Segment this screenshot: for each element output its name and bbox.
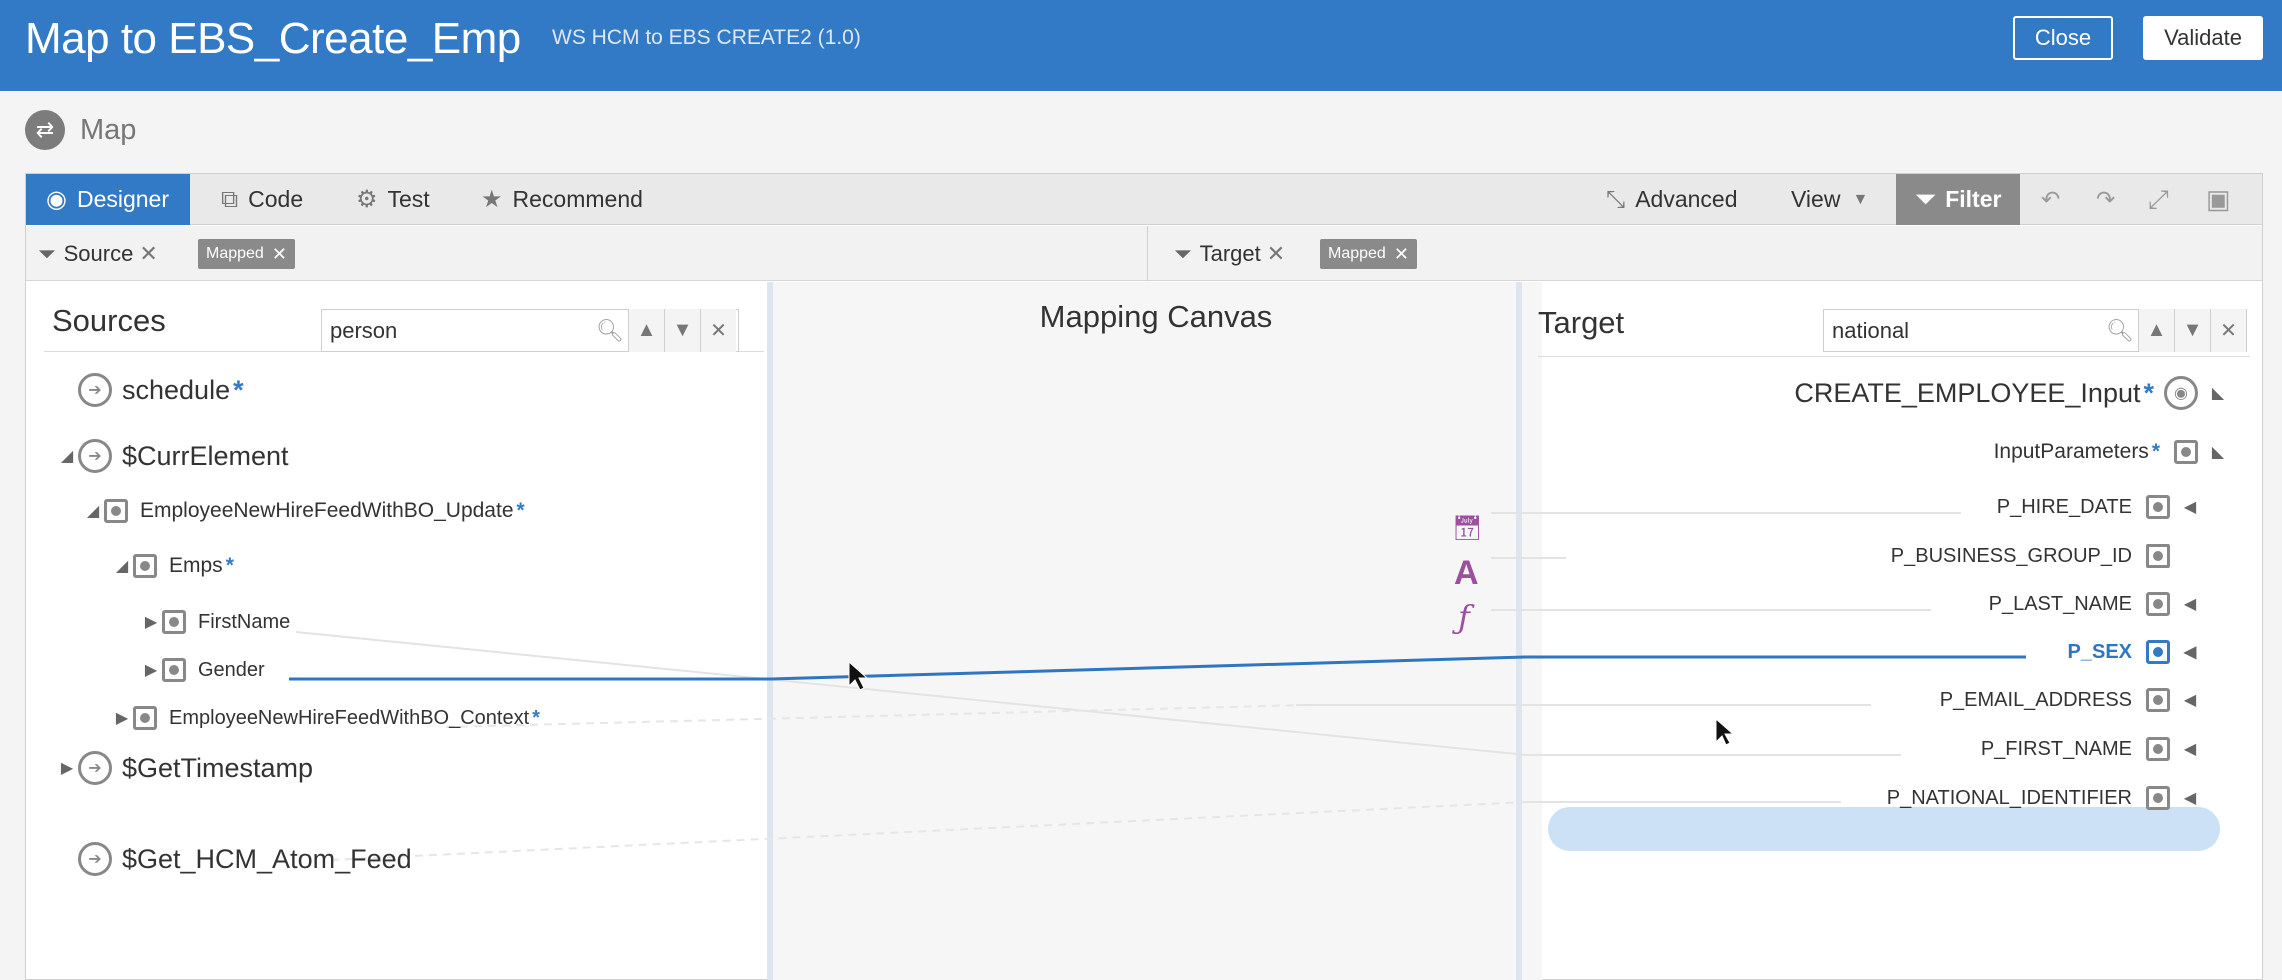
header-bar: Map to EBS_Create_Emp WS HCM to EBS CREA… xyxy=(0,0,2282,91)
source-node-hcm-atom-feed[interactable]: ➔ $Get_HCM_Atom_Feed xyxy=(56,842,412,876)
target-root-icon: ◉ xyxy=(2164,376,2198,410)
source-node-schedule[interactable]: ➔ schedule * xyxy=(56,373,244,407)
cursor-icon xyxy=(848,660,869,691)
target-node-label: P_BUSINESS_GROUP_ID xyxy=(1890,544,2132,567)
source-node-currelement[interactable]: ◢ ➔ $CurrElement xyxy=(56,439,289,473)
element-icon xyxy=(162,658,186,682)
mapping-line-context xyxy=(445,704,1307,728)
source-node-label: $GetTimestamp xyxy=(122,752,314,783)
required-star: * xyxy=(2143,377,2154,408)
expand-toggle-icon[interactable]: ▶ xyxy=(140,660,162,680)
element-icon xyxy=(2146,737,2170,761)
string-function-icon[interactable]: A xyxy=(1454,554,1479,593)
element-icon xyxy=(104,499,128,523)
element-icon: ➔ xyxy=(78,842,112,876)
date-function-icon[interactable]: 📅︎ xyxy=(1452,514,1482,543)
cursor-icon xyxy=(1715,717,1735,746)
source-node-label: $CurrElement xyxy=(122,440,289,471)
mapping-line-firstname xyxy=(295,631,1527,756)
element-icon: ➔ xyxy=(78,751,112,785)
source-node-label: schedule xyxy=(122,374,231,405)
element-icon xyxy=(2146,786,2170,810)
source-node-context[interactable]: ▶ EmployeeNewHireFeedWithBO_Context * xyxy=(111,706,540,730)
element-icon xyxy=(2174,440,2198,464)
target-node-label: P_FIRST_NAME xyxy=(1980,737,2132,760)
collapse-toggle-icon[interactable]: ◣ xyxy=(2198,383,2238,403)
target-node-p-hire-date[interactable]: P_HIRE_DATE ◀ xyxy=(1997,495,2210,519)
element-icon xyxy=(133,706,157,730)
collapse-toggle-icon[interactable]: ◢ xyxy=(56,446,78,466)
element-icon xyxy=(2146,688,2170,712)
close-button[interactable]: Close xyxy=(2013,16,2113,60)
element-icon: ➔ xyxy=(78,373,112,407)
target-node-label: CREATE_EMPLOYEE_Input xyxy=(1794,377,2141,408)
map-arrow-icon[interactable]: ◀ xyxy=(2170,690,2210,710)
element-icon: ➔ xyxy=(78,439,112,473)
source-node-label: EmployeeNewHireFeedWithBO_Update xyxy=(140,499,514,522)
element-icon xyxy=(2146,495,2170,519)
required-star: * xyxy=(225,554,234,577)
source-node-label: Emps xyxy=(169,554,223,577)
page-subtitle: WS HCM to EBS CREATE2 (1.0) xyxy=(552,26,861,49)
map-arrow-icon[interactable]: ◀ xyxy=(2170,594,2210,614)
map-arrow-icon[interactable]: ◀ xyxy=(2170,739,2210,759)
map-label: Map xyxy=(80,113,137,146)
source-node-emps[interactable]: ◢ Emps * xyxy=(111,554,234,578)
target-node-label: P_LAST_NAME xyxy=(1988,592,2132,615)
target-node-label: InputParameters xyxy=(1993,440,2149,463)
source-node-label: EmployeeNewHireFeedWithBO_Context xyxy=(169,706,530,729)
target-node-label: P_SEX xyxy=(2067,640,2132,663)
mapping-line-gender-canvas[interactable] xyxy=(770,655,1527,681)
required-star: * xyxy=(233,374,244,405)
target-node-p-email-address[interactable]: P_EMAIL_ADDRESS ◀ xyxy=(1940,688,2210,712)
collapse-toggle-icon[interactable]: ◢ xyxy=(111,556,133,576)
source-node-gettimestamp[interactable]: ▶ ➔ $GetTimestamp xyxy=(56,751,313,785)
required-star: * xyxy=(532,706,540,729)
target-node-label: P_EMAIL_ADDRESS xyxy=(1939,688,2132,711)
source-node-update[interactable]: ◢ EmployeeNewHireFeedWithBO_Update * xyxy=(82,499,525,523)
page-title: Map to EBS_Create_Emp xyxy=(25,14,521,63)
validate-button[interactable]: Validate xyxy=(2143,16,2263,60)
required-star: * xyxy=(516,499,525,522)
target-node-p-business-group-id[interactable]: P_BUSINESS_GROUP_ID xyxy=(1891,544,2170,568)
element-icon xyxy=(2146,592,2170,616)
source-node-label: $Get_HCM_Atom_Feed xyxy=(122,843,412,874)
source-node-label: FirstName xyxy=(198,610,291,633)
target-node-p-first-name[interactable]: P_FIRST_NAME ◀ xyxy=(1981,737,2210,761)
target-node-create-employee[interactable]: CREATE_EMPLOYEE_Input * ◉ ◣ xyxy=(1794,376,2238,410)
target-node-label: P_NATIONAL_IDENTIFIER xyxy=(1886,786,2132,809)
expand-toggle-icon[interactable]: ▶ xyxy=(140,612,162,632)
element-icon xyxy=(2146,640,2170,664)
target-node-p-national-identifier[interactable]: P_NATIONAL_IDENTIFIER ◀ xyxy=(1887,786,2210,810)
collapse-toggle-icon[interactable]: ◢ xyxy=(82,501,104,521)
mapping-line-hcm-feed xyxy=(330,801,1527,861)
function-icon[interactable]: ƒ xyxy=(1458,598,1470,636)
source-node-label: Gender xyxy=(198,658,265,681)
map-icon: ⇄ xyxy=(25,110,65,150)
expand-toggle-icon[interactable]: ▶ xyxy=(111,708,133,728)
map-arrow-icon[interactable]: ◀ xyxy=(2170,788,2210,808)
expand-toggle-icon[interactable]: ▶ xyxy=(56,758,78,778)
required-star: * xyxy=(2151,440,2160,463)
element-icon xyxy=(162,610,186,634)
source-node-firstname[interactable]: ▶ FirstName xyxy=(140,610,290,634)
collapse-toggle-icon[interactable]: ◣ xyxy=(2198,442,2238,462)
mapper-panel: ◉ Designer ⧉ Code ⚙ Test ★ Recommend ⤡ A… xyxy=(25,173,2263,980)
map-arrow-icon[interactable]: ◀ xyxy=(2170,642,2210,662)
code-element-icon xyxy=(2146,544,2170,568)
source-node-gender[interactable]: ▶ Gender xyxy=(140,658,265,682)
target-node-p-sex[interactable]: P_SEX ◀ xyxy=(2068,640,2210,664)
map-arrow-icon[interactable]: ◀ xyxy=(2170,497,2210,517)
element-icon xyxy=(133,554,157,578)
target-node-label: P_HIRE_DATE xyxy=(1996,495,2132,518)
target-node-p-last-name[interactable]: P_LAST_NAME ◀ xyxy=(1989,592,2210,616)
map-section-label: ⇄ Map xyxy=(25,110,136,150)
target-node-inputparameters[interactable]: InputParameters * ◣ xyxy=(1994,440,2238,464)
